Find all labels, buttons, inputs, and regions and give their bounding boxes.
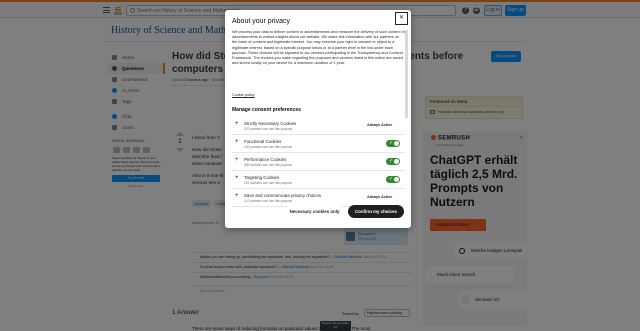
check-icon: ✓ [389, 140, 394, 146]
consent-preferences: + Strictly Necessary Cookies 337 partner… [232, 117, 404, 207]
confirm-choices-button[interactable]: Confirm my choices [348, 205, 404, 218]
pref-partner-count[interactable]: 136 partners can use this purpose [244, 145, 292, 149]
manage-consent-heading: Manage consent preferences [232, 107, 301, 113]
pref-partner-count[interactable]: 355 partners can use this purpose [244, 163, 292, 167]
pref-performance[interactable]: + Performance Cookies 355 partners can u… [232, 153, 404, 171]
close-icon[interactable]: ✕ [395, 12, 408, 25]
pref-title: Strictly Necessary Cookies [244, 121, 297, 126]
pref-strictly-necessary[interactable]: + Strictly Necessary Cookies 337 partner… [232, 117, 404, 135]
privacy-dialog: About your privacy ✕ We process your dat… [225, 10, 411, 228]
cookie-policy-link[interactable]: Cookie policy [232, 93, 255, 97]
pref-functional[interactable]: + Functional Cookies 136 partners can us… [232, 135, 404, 153]
pref-title: Performance Cookies [244, 157, 287, 162]
pref-status: Always Active [367, 123, 393, 127]
dialog-scrollbar[interactable] [405, 30, 408, 118]
privacy-body: We process your data to deliver content … [232, 30, 405, 66]
privacy-title: About your privacy [232, 18, 290, 25]
targeting-toggle[interactable]: ✓ [386, 176, 400, 183]
pref-title: Targeting Cookies [244, 175, 280, 180]
pref-status: Always Active [367, 195, 393, 199]
pref-partner-count[interactable]: 291 partners can use this purpose [244, 181, 292, 185]
expand-icon[interactable]: + [235, 175, 239, 181]
necessary-cookies-button[interactable]: Necessary cookies only [285, 205, 344, 218]
functional-toggle[interactable]: ✓ [386, 140, 400, 147]
pref-targeting[interactable]: + Targeting Cookies 291 partners can use… [232, 171, 404, 189]
expand-icon[interactable]: + [235, 139, 239, 145]
pref-partner-count[interactable]: 147 partners can use this purpose [244, 199, 292, 203]
performance-toggle[interactable]: ✓ [386, 158, 400, 165]
expand-icon[interactable]: + [235, 157, 239, 163]
pref-title: Functional Cookies [244, 139, 282, 144]
pref-title: Save and communicate privacy choices [244, 193, 322, 198]
pref-partner-count[interactable]: 337 partners can use this purpose [244, 127, 292, 131]
check-icon: ✓ [389, 176, 394, 182]
check-icon: ✓ [389, 158, 394, 164]
expand-icon[interactable]: + [235, 121, 239, 127]
expand-icon[interactable]: + [235, 193, 239, 199]
